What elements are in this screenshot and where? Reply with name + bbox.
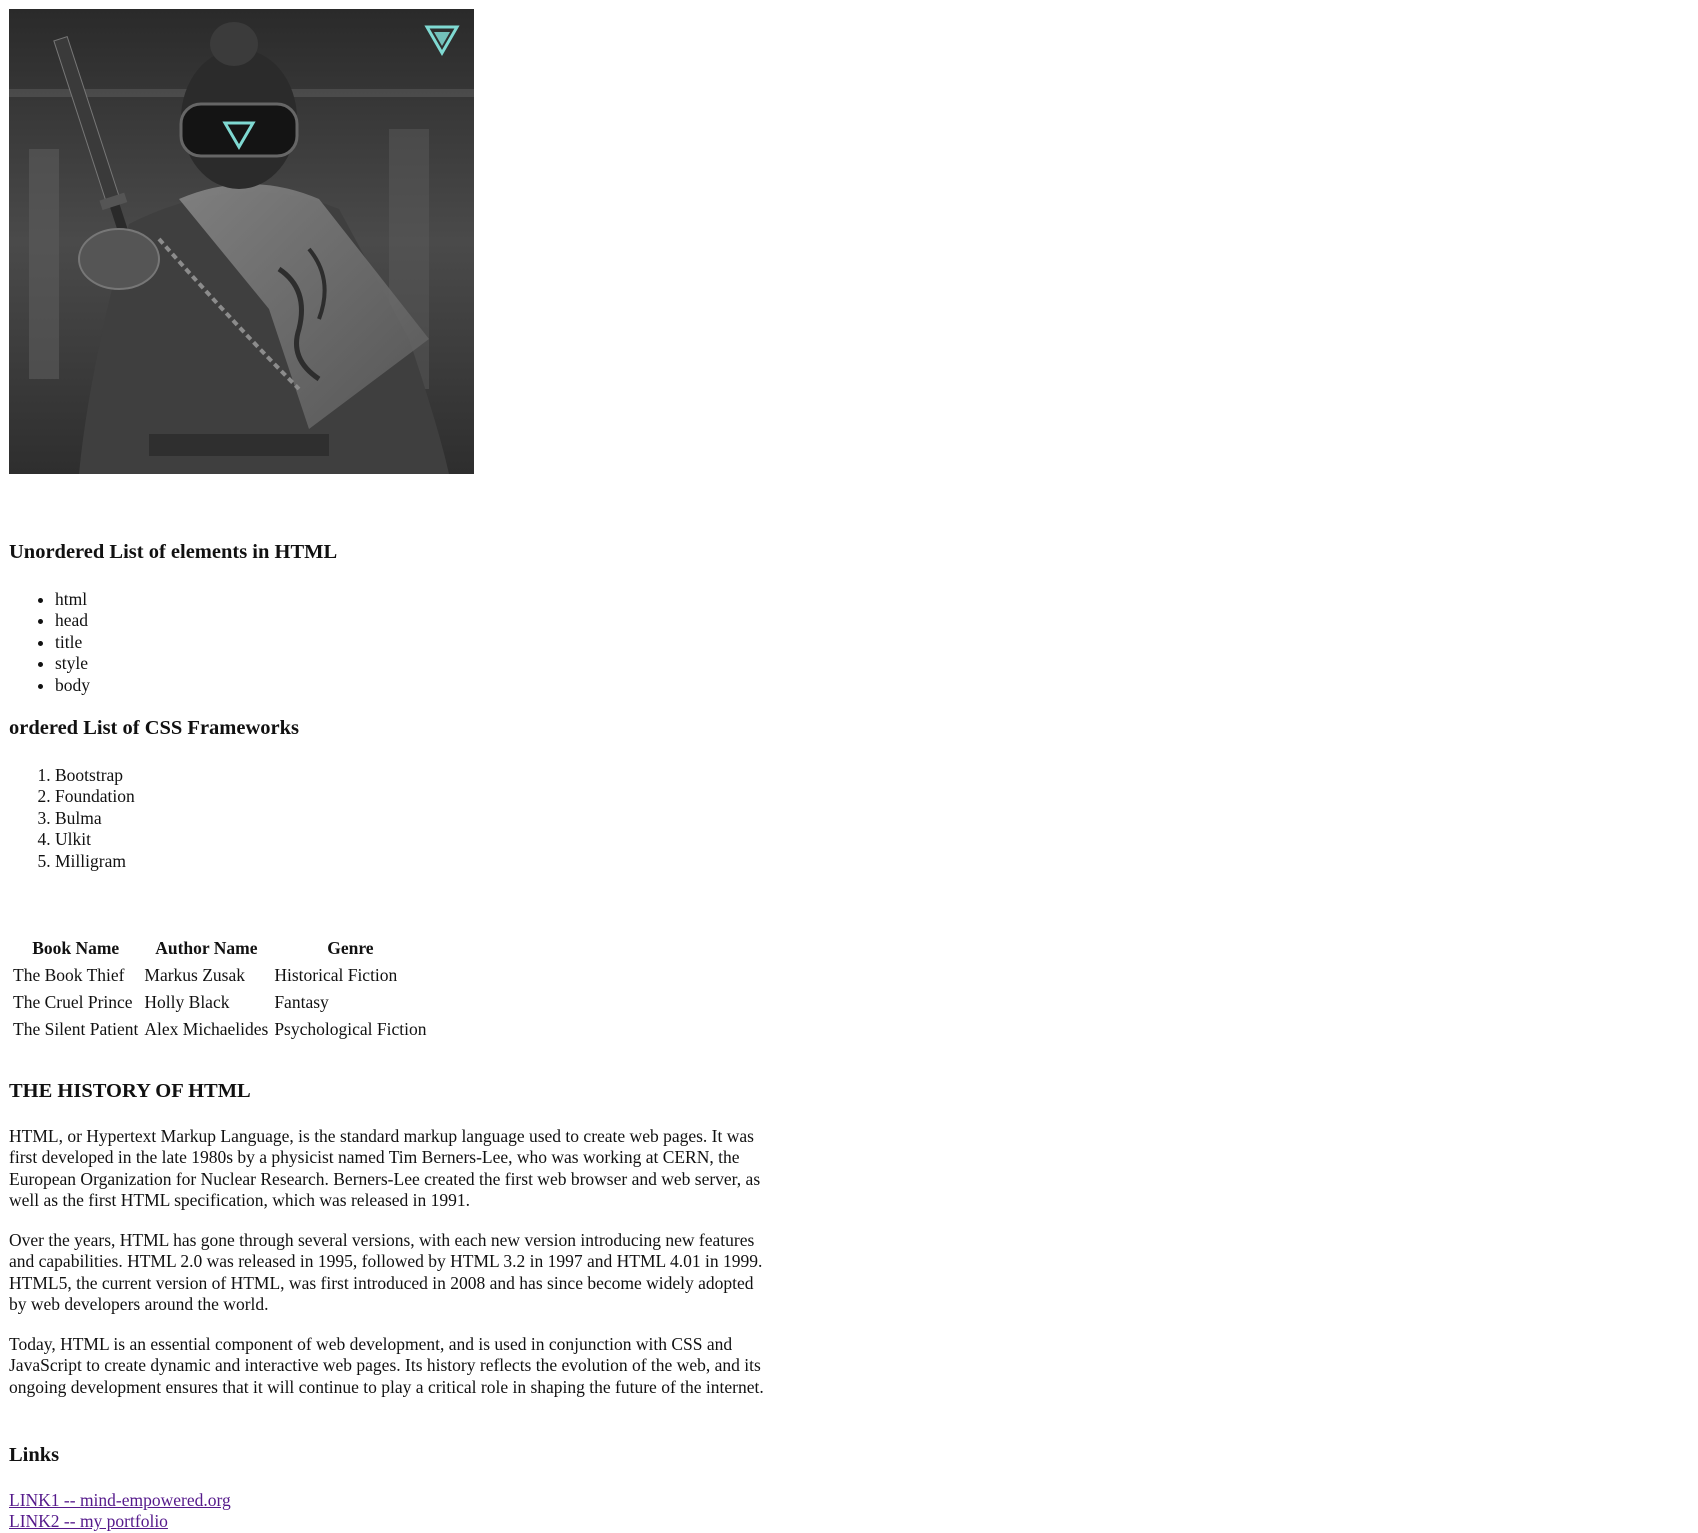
links-heading: Links — [9, 1444, 60, 1466]
list-item: Bootstrap — [55, 765, 135, 786]
column-header-genre: Genre — [327, 938, 374, 958]
book-name-cell: The Silent Patient — [13, 1019, 139, 1039]
table-row: The Book Thief Markus Zusak Historical F… — [11, 963, 428, 988]
list-item: Bulma — [55, 808, 135, 829]
column-header-author-name: Author Name — [155, 938, 258, 958]
table-header-row: Book Name Author Name Genre — [11, 936, 428, 961]
author-name-cell: Markus Zusak — [144, 965, 246, 985]
genre-cell: Psychological Fiction — [274, 1019, 427, 1039]
genre-cell: Historical Fiction — [274, 965, 398, 985]
hero-image — [9, 9, 474, 474]
list-item: Foundation — [55, 786, 135, 807]
books-table: Book Name Author Name Genre The Book Thi… — [9, 934, 430, 1044]
list-item: title — [55, 632, 90, 653]
list-item: html — [55, 589, 90, 610]
book-name-cell: The Cruel Prince — [13, 992, 133, 1012]
history-heading: THE HISTORY OF HTML — [9, 1080, 251, 1102]
history-paragraph: HTML, or Hypertext Markup Language, is t… — [9, 1126, 761, 1211]
genre-cell: Fantasy — [274, 992, 329, 1012]
list-item: Milligram — [55, 851, 135, 872]
book-name-cell: The Book Thief — [13, 965, 125, 985]
html-elements-list: html head title style body — [9, 589, 90, 696]
list-item: style — [55, 653, 90, 674]
list-item: body — [55, 675, 90, 696]
css-frameworks-list: Bootstrap Foundation Bulma Ulkit Milligr… — [9, 765, 135, 872]
ninja-illustration — [9, 9, 474, 474]
column-header-book-name: Book Name — [32, 938, 120, 958]
list-item: head — [55, 610, 90, 631]
links-list: LINK1 -- mind-empowered.org LINK2 -- my … — [9, 1490, 231, 1533]
author-name-cell: Alex Michaelides — [144, 1019, 269, 1039]
unordered-list-heading: Unordered List of elements in HTML — [9, 541, 338, 563]
link-portfolio[interactable]: LINK2 -- my portfolio — [9, 1511, 231, 1532]
link-mind-empowered[interactable]: LINK1 -- mind-empowered.org — [9, 1490, 231, 1511]
ordered-list-heading: ordered List of CSS Frameworks — [9, 717, 300, 739]
author-name-cell: Holly Black — [144, 992, 230, 1012]
list-item: Ulkit — [55, 829, 135, 850]
table-row: The Cruel Prince Holly Black Fantasy — [11, 990, 428, 1015]
history-paragraph: Today, HTML is an essential component of… — [9, 1334, 764, 1397]
table-row: The Silent Patient Alex Michaelides Psyc… — [11, 1017, 428, 1042]
history-paragraph: Over the years, HTML has gone through se… — [9, 1230, 763, 1315]
